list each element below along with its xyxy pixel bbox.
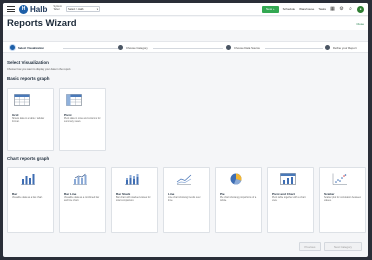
bar-line-chart-icon <box>73 173 87 185</box>
step-label: Choose Data Source <box>234 45 260 50</box>
step-connector <box>153 47 223 49</box>
new-button[interactable]: New + <box>261 5 279 13</box>
step-choose-category[interactable]: Choose Category <box>118 45 148 50</box>
card-description: Scatter plot for correlation between val… <box>324 196 362 203</box>
app-logo[interactable]: H Halb <box>19 4 48 14</box>
card-description: Visualize data as a bar chart. <box>12 196 43 199</box>
step-connector <box>63 47 118 49</box>
pie-chart-icon <box>230 173 242 185</box>
pivot-chart-icon <box>280 173 296 185</box>
gear-icon[interactable]: ⚙ <box>339 6 344 12</box>
logo-text: Halb <box>30 4 48 14</box>
top-bar: H Halb System Tabel Select > Halb ▾ New … <box>3 3 368 16</box>
card-grid[interactable]: Grid Shows data in a table / tabular for… <box>7 88 54 151</box>
card-description: Line chart showing trends over time. <box>168 196 201 203</box>
card-line[interactable]: Line Line chart showing trends over time… <box>163 167 210 233</box>
card-bar[interactable]: Bar Visualize data as a bar chart. <box>7 167 54 233</box>
environment-value: Select > Halb <box>68 7 84 11</box>
system-value: Tabel <box>53 8 60 11</box>
card-bar-line[interactable]: Bar Line Visualize data as a combined ba… <box>59 167 106 233</box>
step-select-visualization[interactable]: Select Visualization <box>10 45 44 50</box>
select-visualization-heading: Select Visualization <box>7 60 49 65</box>
pivot-icon <box>66 94 82 106</box>
card-description: Visualize data as a combined bar and lin… <box>64 196 100 203</box>
scatter-chart-icon <box>332 173 347 185</box>
card-description: Pivot table together with a chart view. <box>272 196 306 203</box>
hamburger-menu-icon[interactable] <box>7 6 15 12</box>
close-link[interactable]: Close <box>356 22 364 26</box>
card-description: Bar chart with stacked values for total … <box>116 196 151 203</box>
grid-icon <box>14 94 30 106</box>
bar-chart-icon <box>21 174 35 185</box>
search-icon[interactable]: ⌕ <box>348 6 353 12</box>
step-label: Choose Category <box>126 45 148 50</box>
step-indicator <box>118 45 123 50</box>
title-row: Reports Wizard Close <box>3 17 368 30</box>
nav-link-tasks[interactable]: Tasks <box>318 7 326 11</box>
card-pivot[interactable]: Pivot Pivot data in rows and columns for… <box>59 88 106 151</box>
card-bar-stack[interactable]: Bar Stack Bar chart with stacked values … <box>111 167 158 233</box>
logo-mark: H <box>19 4 28 14</box>
step-indicator <box>226 45 231 50</box>
system-info: System Tabel <box>53 6 62 11</box>
environment-select[interactable]: Select > Halb ▾ <box>66 6 100 12</box>
previous-button[interactable]: Previous <box>299 242 321 251</box>
card-scatter[interactable]: Scatter Scatter plot for correlation bet… <box>319 167 366 233</box>
card-description: Shows data in a table / tabular format. <box>12 117 45 124</box>
card-pivot-and-chart[interactable]: Pivot and Chart Pivot table together wit… <box>267 167 314 233</box>
grid-apps-icon[interactable]: ▦ <box>330 6 335 12</box>
card-description: Pie chart showing proportions of a whole… <box>220 196 257 203</box>
step-label: Define your Report <box>333 45 357 50</box>
nav-link-warehouse[interactable]: Warehouse <box>299 7 314 11</box>
page-title: Reports Wizard <box>7 18 77 29</box>
line-chart-icon <box>176 174 192 185</box>
chevron-down-icon: ▾ <box>96 7 98 11</box>
step-connector <box>265 47 323 49</box>
bar-stack-chart-icon <box>125 174 139 185</box>
basic-reports-heading: Basic reports graph <box>7 76 50 81</box>
user-avatar[interactable]: ● <box>357 5 364 13</box>
nav-link-schedule[interactable]: Schedule <box>283 7 296 11</box>
wizard-stepper: Select Visualization Choose Category Cho… <box>3 41 368 53</box>
next-category-button[interactable]: Next Category <box>324 242 362 251</box>
step-label: Select Visualization <box>18 45 45 50</box>
step-define-report[interactable]: Define your Report <box>325 45 356 50</box>
app-screen: H Halb System Tabel Select > Halb ▾ New … <box>3 3 368 257</box>
step-indicator <box>325 45 330 50</box>
step-choose-data-source[interactable]: Choose Data Source <box>226 45 260 50</box>
select-visualization-description: Choose how you want to display your data… <box>7 68 72 71</box>
top-bar-actions: New + Schedule Warehouse Tasks ▦ ⚙ ⌕ ● <box>261 5 364 13</box>
step-indicator <box>10 45 15 50</box>
chart-reports-heading: Chart reports graph <box>7 156 50 161</box>
card-pie[interactable]: Pie Pie chart showing proportions of a w… <box>215 167 262 233</box>
card-description: Pivot data in rows and columns for summa… <box>64 117 101 124</box>
